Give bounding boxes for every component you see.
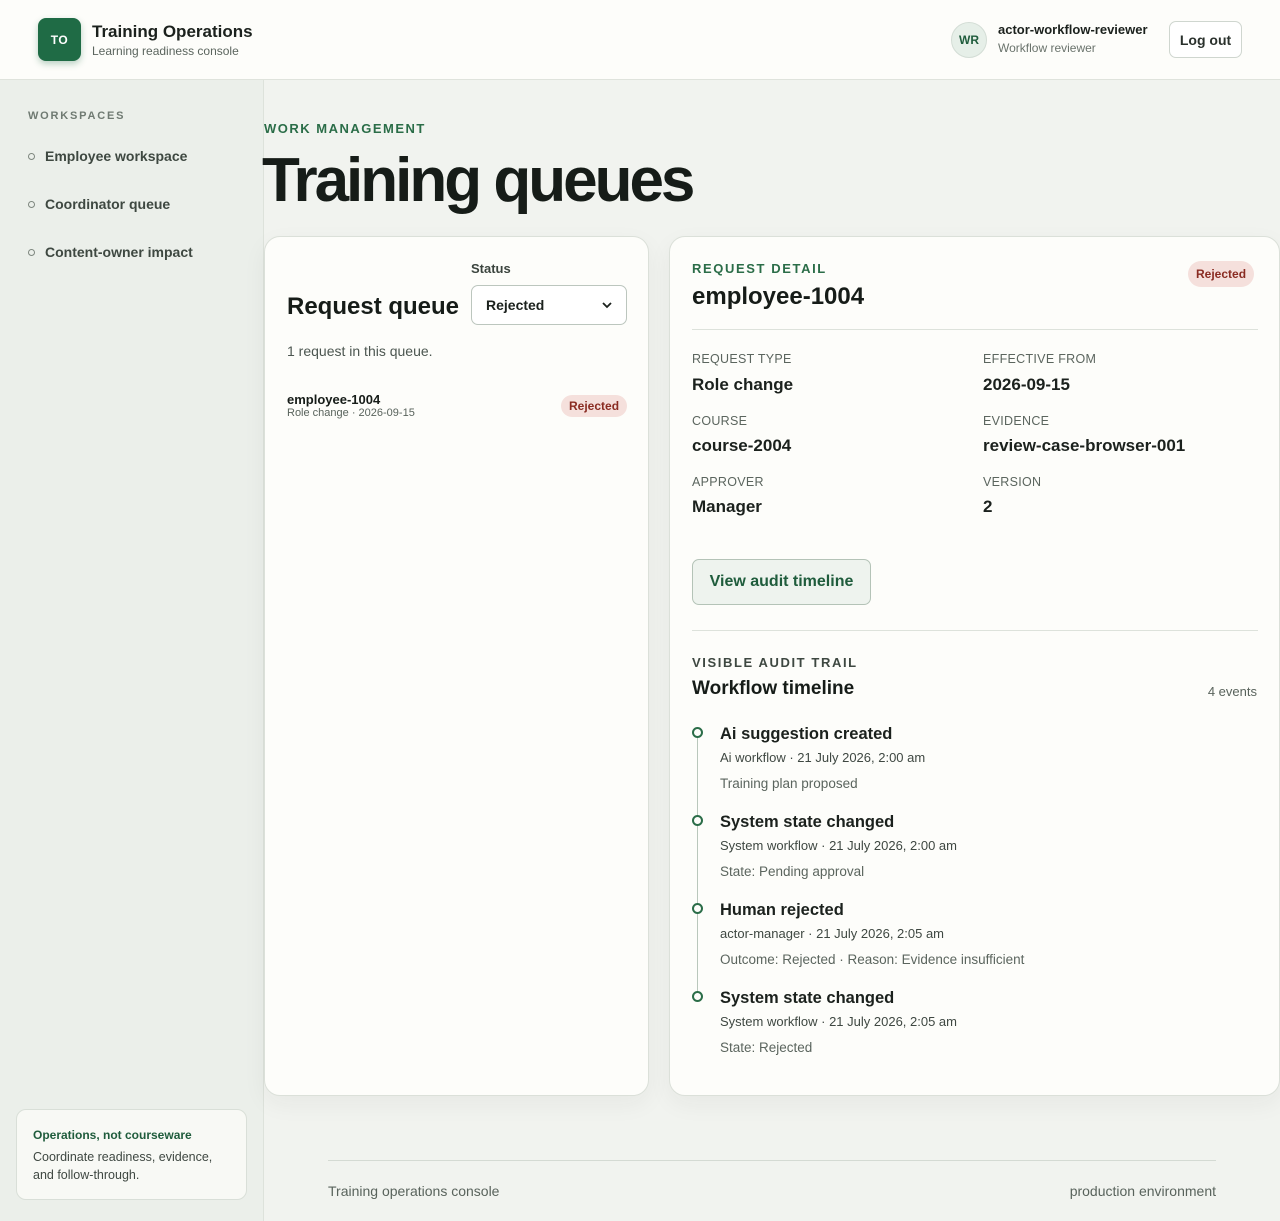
view-audit-timeline-button[interactable]: View audit timeline xyxy=(692,559,871,605)
event-meta: Ai workflow · 21 July 2026, 2:00 am xyxy=(720,750,926,765)
queue-item-id: employee-1004 xyxy=(287,392,381,407)
event-note: Outcome: Rejected · Reason: Evidence ins… xyxy=(720,952,1025,967)
effective-from-value: 2026-09-15 xyxy=(983,375,1070,394)
logout-button[interactable]: Log out xyxy=(1169,21,1242,58)
info-card: Operations, not courseware Coordinate re… xyxy=(16,1109,247,1200)
effective-from-label: EFFECTIVE FROM xyxy=(983,352,1097,366)
footer-environment: production environment xyxy=(1069,1183,1216,1199)
info-card-title: Operations, not courseware xyxy=(33,1128,192,1142)
version-value: 2 xyxy=(983,497,993,516)
queue-count: 1 request in this queue. xyxy=(287,343,433,359)
approver-label: APPROVER xyxy=(692,475,764,489)
course-value: course-2004 xyxy=(692,436,792,455)
request-queue-panel: Status Rejected Request queue 1 request … xyxy=(264,236,649,1096)
sidebar-item-coordinator-queue[interactable]: Coordinator queue xyxy=(28,196,170,212)
brand-title: Training Operations xyxy=(92,22,253,41)
timeline-line xyxy=(697,737,698,997)
event-note: State: Rejected xyxy=(720,1040,813,1055)
event-note: Training plan proposed xyxy=(720,776,858,791)
divider xyxy=(692,329,1258,330)
event-meta: actor-manager · 21 July 2026, 2:05 am xyxy=(720,926,945,941)
footer-console-name: Training operations console xyxy=(328,1183,500,1199)
page-title: Training queues xyxy=(262,146,695,215)
divider xyxy=(692,630,1258,631)
status-badge: Rejected xyxy=(1188,261,1255,287)
event-meta: System workflow · 21 July 2026, 2:05 am xyxy=(720,1014,957,1029)
queue-item-meta: Role change · 2026-09-15 xyxy=(287,407,415,419)
status-filter-label: Status xyxy=(471,261,511,276)
timeline-dot-icon xyxy=(692,815,703,826)
event-title: System state changed xyxy=(720,813,895,831)
top-bar: TO Training Operations Learning readines… xyxy=(0,0,1280,80)
event-note: State: Pending approval xyxy=(720,864,865,879)
evidence-label: EVIDENCE xyxy=(983,414,1050,428)
timeline-dot-icon xyxy=(692,903,703,914)
queue-title: Request queue xyxy=(287,293,460,320)
request-detail-panel: REQUEST DETAIL employee-1004 Rejected RE… xyxy=(669,236,1280,1096)
status-filter-select[interactable]: Rejected xyxy=(471,285,627,325)
request-type-value: Role change xyxy=(692,375,794,394)
sidebar-heading: WORKSPACES xyxy=(28,110,126,122)
detail-title: employee-1004 xyxy=(692,283,865,310)
bullet-icon xyxy=(28,152,35,160)
user-role: Workflow reviewer xyxy=(998,41,1096,55)
brand-subtitle: Learning readiness console xyxy=(92,44,239,58)
timeline-dot-icon xyxy=(692,991,703,1002)
version-label: VERSION xyxy=(983,475,1042,489)
bullet-icon xyxy=(28,200,35,208)
evidence-value: review-case-browser-001 xyxy=(983,436,1186,455)
sidebar-item-label: Content-owner impact xyxy=(45,244,193,260)
avatar: WR xyxy=(951,22,987,58)
footer-divider xyxy=(328,1160,1216,1161)
event-title: Ai suggestion created xyxy=(720,725,893,743)
sidebar-item-label: Coordinator queue xyxy=(45,196,171,212)
sidebar-item-label: Employee workspace xyxy=(45,148,188,164)
status-badge: Rejected xyxy=(561,395,628,417)
user-name: actor-workflow-reviewer xyxy=(998,22,1148,37)
event-count: 4 events xyxy=(1207,684,1257,699)
event-title: Human rejected xyxy=(720,901,844,919)
bullet-icon xyxy=(28,248,35,256)
status-filter-value: Rejected xyxy=(486,297,545,313)
sidebar: WORKSPACES Employee workspace Coordinato… xyxy=(0,80,264,1221)
request-type-label: REQUEST TYPE xyxy=(692,352,792,366)
approver-value: Manager xyxy=(692,497,762,516)
timeline-title: Workflow timeline xyxy=(692,678,855,699)
audit-trail-eyebrow: VISIBLE AUDIT TRAIL xyxy=(692,655,858,670)
timeline-dot-icon xyxy=(692,727,703,738)
course-label: COURSE xyxy=(692,414,748,428)
sidebar-item-employee-workspace[interactable]: Employee workspace xyxy=(28,148,187,164)
detail-eyebrow: REQUEST DETAIL xyxy=(692,261,827,276)
event-title: System state changed xyxy=(720,989,895,1007)
info-card-text: Coordinate readiness, evidence, and foll… xyxy=(33,1150,213,1182)
sidebar-item-content-owner-impact[interactable]: Content-owner impact xyxy=(28,244,193,260)
chevron-down-icon xyxy=(602,301,612,308)
section-eyebrow: WORK MANAGEMENT xyxy=(264,121,426,136)
event-meta: System workflow · 21 July 2026, 2:00 am xyxy=(720,838,957,853)
brand-logo: TO xyxy=(38,18,81,61)
